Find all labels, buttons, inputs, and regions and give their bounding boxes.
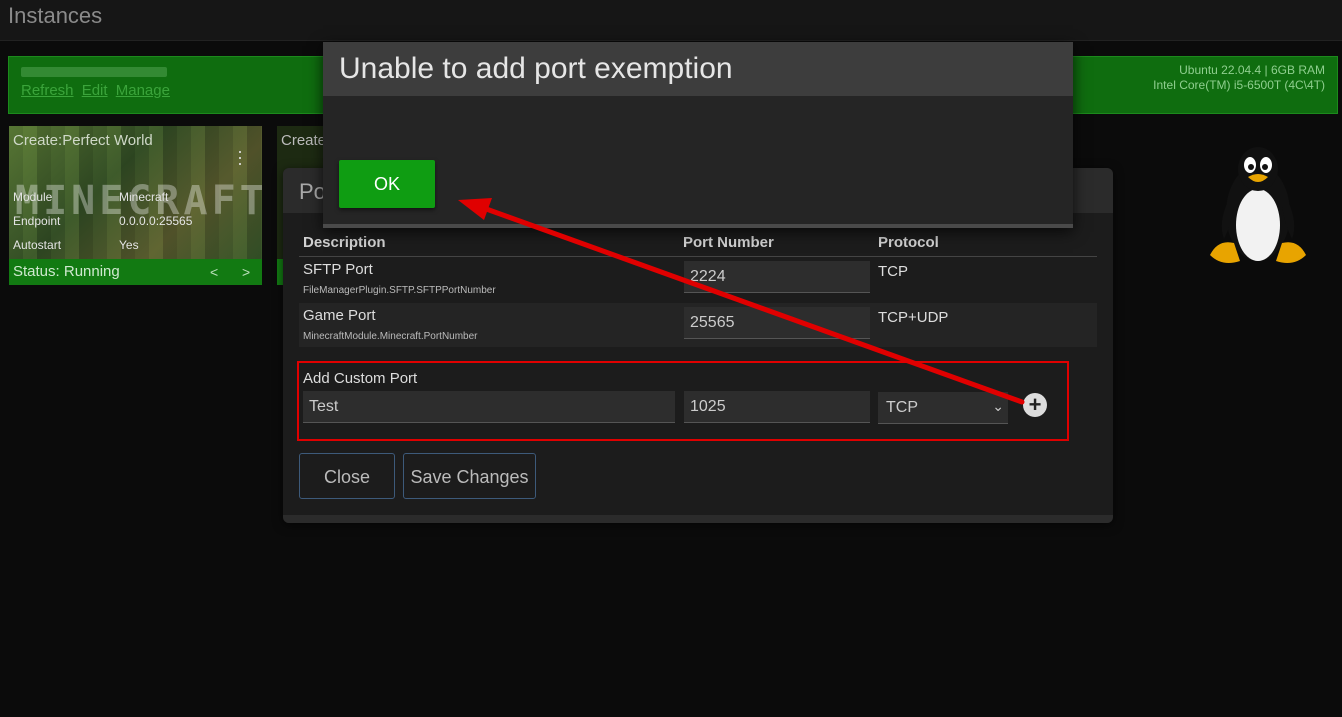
annotation-arrow	[458, 198, 1025, 405]
